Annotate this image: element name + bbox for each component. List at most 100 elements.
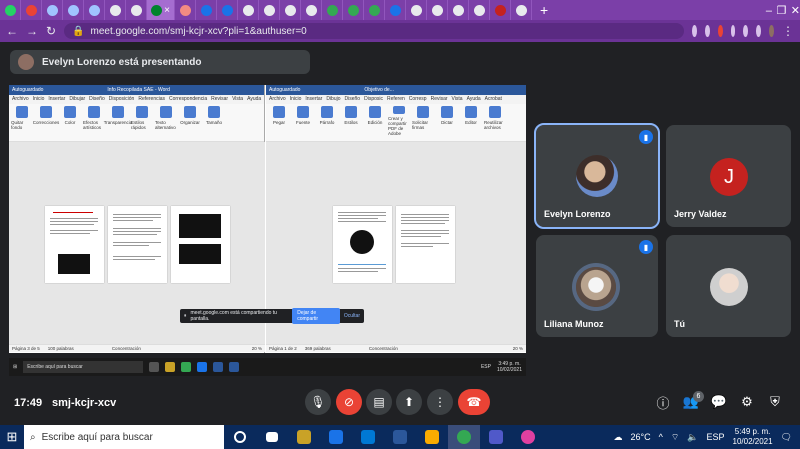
forward-arrow-icon[interactable]: →: [26, 24, 38, 38]
people-button[interactable]: 👥 6: [683, 391, 704, 410]
task-view-button[interactable]: [256, 425, 288, 449]
hide-button[interactable]: Ocultar: [344, 313, 360, 319]
word-menu-item[interactable]: Dibujo: [326, 96, 340, 103]
ribbon-button[interactable]: Correcciones: [33, 106, 59, 136]
puzzle-icon[interactable]: [743, 25, 749, 37]
ribbon-button[interactable]: Edición: [364, 106, 386, 136]
language-indicator[interactable]: ESP: [707, 432, 725, 442]
participant-tile-self[interactable]: Tú: [666, 235, 791, 337]
focus-mode[interactable]: Concentración: [369, 346, 398, 351]
ribbon-button[interactable]: Fuente: [292, 106, 314, 136]
taskbar-app[interactable]: [512, 425, 544, 449]
profile-avatar[interactable]: [769, 25, 774, 37]
ribbon-button[interactable]: Editor: [460, 106, 482, 136]
tab-21[interactable]: [448, 0, 469, 20]
camera-icon[interactable]: [692, 25, 697, 37]
extension-icon[interactable]: [717, 25, 723, 37]
ribbon-button[interactable]: Reutilizar archivos: [484, 106, 506, 136]
info-button[interactable]: ⓘ: [655, 394, 671, 411]
tab-meet-active[interactable]: ×: [147, 0, 175, 20]
camera-off-button[interactable]: ⊘: [336, 389, 362, 415]
tray-chevron-icon[interactable]: ^: [659, 432, 663, 442]
participant-tile[interactable]: ▮ Liliana Munoz: [536, 235, 658, 337]
menu-dots-icon[interactable]: ⋮: [782, 24, 794, 38]
tab-18[interactable]: [385, 0, 406, 20]
ribbon-button[interactable]: Párrafo: [316, 106, 338, 136]
tab-8[interactable]: [175, 0, 196, 20]
ribbon-button[interactable]: Texto alternativo: [155, 106, 177, 136]
ribbon-button[interactable]: Quitar fondo: [11, 106, 33, 136]
word-menu-item[interactable]: Revisar: [431, 96, 448, 103]
tab-19[interactable]: [406, 0, 427, 20]
tab-17[interactable]: [364, 0, 385, 20]
tab-5[interactable]: [105, 0, 126, 20]
volume-icon[interactable]: 🔈: [687, 432, 698, 443]
word-menu-item[interactable]: Inicio: [290, 96, 302, 103]
clock[interactable]: 5:49 p. m. 10/02/2021: [733, 427, 773, 447]
new-tab-button[interactable]: +: [540, 2, 548, 18]
ribbon-button[interactable]: Pegar: [268, 106, 290, 136]
media-icon[interactable]: [756, 25, 762, 37]
microphone-button[interactable]: 🎙: [305, 389, 331, 415]
word-menu-item[interactable]: Ayuda: [467, 96, 481, 103]
taskbar-app[interactable]: [416, 425, 448, 449]
tab-13[interactable]: [280, 0, 301, 20]
word-menu-item[interactable]: Diseño: [345, 96, 361, 103]
reload-icon[interactable]: ↻: [46, 24, 56, 38]
ribbon-button[interactable]: Estilos: [340, 106, 362, 136]
tab-9[interactable]: [196, 0, 217, 20]
ribbon-button[interactable]: Dictar: [436, 106, 458, 136]
ribbon-button[interactable]: Transparencia: [104, 106, 132, 136]
word-menu-item[interactable]: Vista: [452, 96, 463, 103]
ribbon-button[interactable]: Solicitar firmas: [412, 106, 434, 136]
extension-icon[interactable]: [730, 25, 736, 37]
taskbar-app[interactable]: [320, 425, 352, 449]
present-button[interactable]: ⬆: [396, 389, 422, 415]
tab-whatsapp[interactable]: [0, 0, 21, 20]
tab-10[interactable]: [217, 0, 238, 20]
word-menu-item[interactable]: Correspondencia: [169, 96, 207, 103]
minimize-button[interactable]: –: [766, 5, 772, 17]
ribbon-button[interactable]: Crear y compartir PDF de Adobe: [388, 106, 410, 136]
tab-16[interactable]: [343, 0, 364, 20]
tab-12[interactable]: [259, 0, 280, 20]
taskbar-app[interactable]: [352, 425, 384, 449]
word-menu-item[interactable]: Dibujar: [69, 96, 85, 103]
word-menu-item[interactable]: Referen: [387, 96, 405, 103]
tab-11[interactable]: [238, 0, 259, 20]
ribbon-button[interactable]: Estilos rápidos: [131, 106, 153, 136]
word-menu-item[interactable]: Revisar: [211, 96, 228, 103]
leave-call-button[interactable]: ☎: [458, 389, 490, 415]
tab-23[interactable]: [490, 0, 511, 20]
tab-6[interactable]: [126, 0, 147, 20]
word-menu-item[interactable]: Disposic: [364, 96, 383, 103]
network-icon[interactable]: ⌔: [671, 432, 679, 443]
host-controls-button[interactable]: ⛨: [767, 394, 783, 410]
word-menu-item[interactable]: Inicio: [33, 96, 45, 103]
participant-tile[interactable]: ▮ Evelyn Lorenzo: [534, 123, 660, 229]
taskbar-app[interactable]: [480, 425, 512, 449]
word-menu-item[interactable]: Insertar: [305, 96, 322, 103]
notification-icon[interactable]: 🗨: [781, 432, 792, 443]
word-menu-item[interactable]: Referencias: [138, 96, 165, 103]
tab-2[interactable]: [42, 0, 63, 20]
start-button[interactable]: ⊞: [0, 425, 24, 449]
tab-22[interactable]: [469, 0, 490, 20]
word-menu-item[interactable]: Vista: [232, 96, 243, 103]
word-menu-item[interactable]: Archivo: [12, 96, 29, 103]
tab-gmail[interactable]: [21, 0, 42, 20]
captions-button[interactable]: ▤: [366, 389, 392, 415]
taskbar-app-chrome[interactable]: [448, 425, 480, 449]
tab-15[interactable]: [322, 0, 343, 20]
ribbon-button[interactable]: Organizar: [179, 106, 201, 136]
back-arrow-icon[interactable]: ←: [6, 24, 18, 38]
tab-24[interactable]: [511, 0, 532, 20]
word-menu-item[interactable]: Ayuda: [247, 96, 261, 103]
taskbar-app[interactable]: [384, 425, 416, 449]
taskbar-app[interactable]: [288, 425, 320, 449]
word-menu-item[interactable]: Disposición: [109, 96, 135, 103]
tab-3[interactable]: [63, 0, 84, 20]
tab-4[interactable]: [84, 0, 105, 20]
activities-button[interactable]: ⚙: [739, 394, 755, 410]
close-window-button[interactable]: ✕: [791, 5, 800, 17]
